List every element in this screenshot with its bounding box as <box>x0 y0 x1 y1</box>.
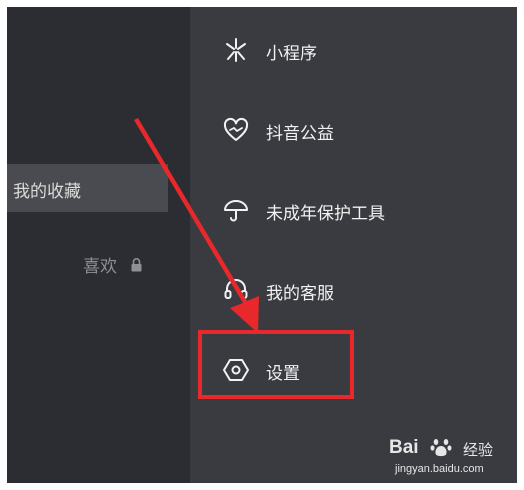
mini-program-icon <box>226 38 246 62</box>
likes-tab-label[interactable]: 喜欢 <box>83 252 117 277</box>
umbrella-icon <box>224 200 248 222</box>
menu-item-charity[interactable]: 抖音公益 <box>190 100 517 160</box>
headset-icon <box>224 279 248 299</box>
menu-item-minor-protection[interactable]: 未成年保护工具 <box>190 180 517 240</box>
watermark-brand: Bai <box>389 437 419 458</box>
favorites-tab[interactable]: 我的收藏 <box>7 164 168 212</box>
side-menu: 小程序 抖音公益 未成年保护工具 我的客服 设置 <box>190 7 517 483</box>
watermark-url: jingyan.baidu.com <box>395 463 484 475</box>
menu-item-label: 我的客服 <box>266 284 334 304</box>
baidu-jingyan-watermark: Bai 经验 jingyan.baidu.com <box>389 435 507 479</box>
menu-item-label: 未成年保护工具 <box>266 204 385 224</box>
paw-icon <box>430 439 452 457</box>
menu-item-mini-program[interactable]: 小程序 <box>190 20 517 80</box>
app-frame: 我的收藏 喜欢 小程序 抖音公益 未成年保护工具 我的客服 设置 Bai 经验 … <box>7 7 517 483</box>
lock-icon <box>131 258 142 272</box>
profile-pane: 我的收藏 喜欢 <box>7 7 190 483</box>
menu-item-label: 小程序 <box>266 44 317 64</box>
settings-highlight-box <box>198 330 354 399</box>
watermark-jingyan: 经验 <box>463 441 494 459</box>
menu-item-customer-service[interactable]: 我的客服 <box>190 260 517 320</box>
favorites-tab-label: 我的收藏 <box>13 182 81 202</box>
charity-heart-icon <box>223 117 249 141</box>
menu-item-label: 抖音公益 <box>266 124 334 144</box>
